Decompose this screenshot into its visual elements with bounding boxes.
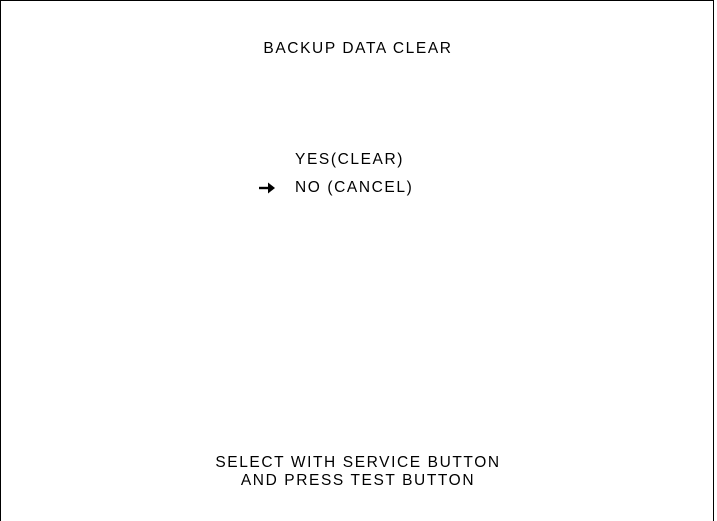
instruction-line-2: AND PRESS TEST BUTTON bbox=[240, 472, 476, 489]
instruction-line-1: SELECT WITH SERVICE BUTTON bbox=[215, 454, 501, 471]
menu-option-yes-clear[interactable]: YES(CLEAR) bbox=[295, 151, 404, 169]
menu-option-no-cancel[interactable]: NO (CANCEL) bbox=[295, 179, 413, 197]
arrow-right-icon bbox=[259, 182, 275, 194]
page-title: BACKUP DATA CLEAR bbox=[263, 40, 453, 57]
service-menu-screen: BACKUP DATA CLEAR YES(CLEAR) NO (CANCEL)… bbox=[0, 0, 714, 521]
